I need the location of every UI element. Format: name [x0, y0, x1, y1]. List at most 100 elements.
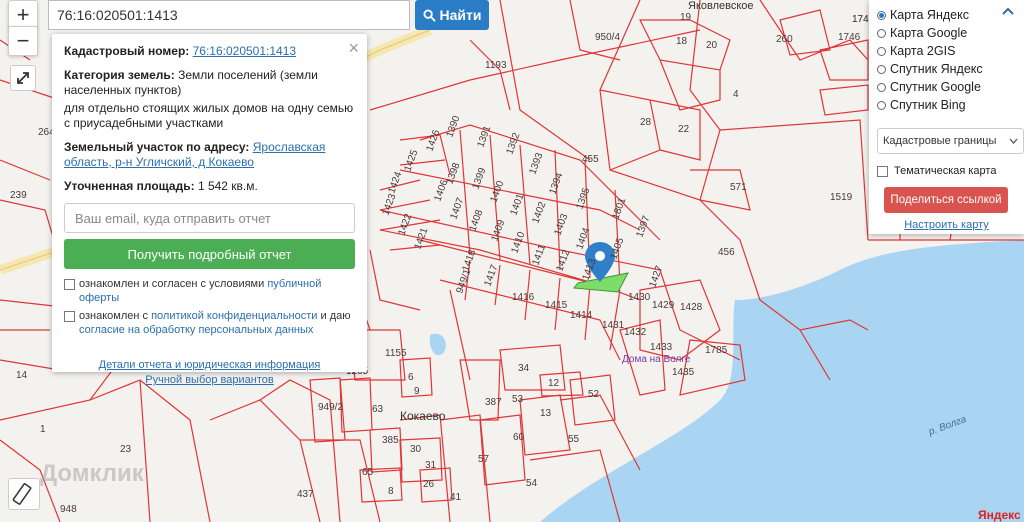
cadastral-number-link[interactable]: 76:16:020501:1413	[193, 44, 296, 58]
fullscreen-button[interactable]	[10, 65, 36, 91]
parcel-label-1193: 1193	[485, 60, 507, 71]
parcel-label-8: 8	[388, 486, 394, 497]
layer-select-value: Кадастровые границы	[883, 135, 997, 147]
parcel-label-1433: 1433	[650, 342, 673, 353]
parcel-label-437: 437	[297, 489, 314, 500]
parcel-label-18: 18	[676, 36, 688, 47]
layer-select[interactable]: Кадастровые границы	[877, 128, 1024, 154]
personal-data-consent-link[interactable]: согласие на обработку персональных данны…	[79, 324, 313, 336]
parcel-label-1155: 1155	[385, 348, 407, 359]
search-button[interactable]: Найти	[415, 0, 489, 30]
email-input[interactable]: Ваш email, куда отправить отчет	[64, 203, 355, 233]
parcel-label-239: 239	[10, 190, 27, 201]
privacy-agreement-text: ознакомлен с политикой конфиденциальност…	[79, 310, 351, 336]
thematic-map-label: Тематическая карта	[894, 164, 997, 177]
get-report-button[interactable]: Получить подробный отчет	[64, 239, 355, 269]
layer-option-label: Карта 2GIS	[890, 44, 956, 58]
parcel-label-52: 52	[588, 389, 600, 400]
chevron-down-icon	[1009, 138, 1018, 144]
parcel-label-57: 57	[478, 454, 490, 465]
report-details-link[interactable]: Детали отчета и юридическая информация	[64, 359, 355, 371]
share-link-button[interactable]: Поделиться ссылкой	[884, 187, 1008, 213]
address-label: Земельный участок по адресу:	[64, 140, 250, 154]
category-label: Категория земель:	[64, 68, 175, 82]
layer-option-1[interactable]: Карта Google	[877, 24, 1016, 42]
privacy-policy-link[interactable]: политикой конфиденциальности	[151, 310, 317, 322]
parcel-label-12: 12	[548, 378, 560, 389]
layer-option-4[interactable]: Спутник Google	[877, 78, 1016, 96]
parcel-label-53: 53	[512, 394, 524, 405]
radio-button[interactable]	[877, 82, 886, 92]
parcel-label-22: 22	[678, 124, 690, 135]
layer-option-label: Карта Яндекс	[890, 8, 969, 22]
layer-option-3[interactable]: Спутник Яндекс	[877, 60, 1016, 78]
parcel-label-34: 34	[518, 363, 530, 374]
parcel-label-14: 14	[16, 370, 28, 381]
parcel-label-385: 385	[382, 435, 399, 446]
search-input-value: 76:16:020501:1413	[57, 7, 178, 23]
purpose-text: для отдельно стоящих жилых домов на одну…	[64, 101, 354, 130]
layer-option-5[interactable]: Спутник Bing	[877, 96, 1016, 114]
parcel-label-1416: 1416	[512, 292, 535, 303]
radio-button[interactable]	[877, 28, 886, 38]
radio-button[interactable]	[877, 10, 886, 20]
yandex-attribution[interactable]: Яндекс	[978, 508, 1021, 522]
chevron-up-icon[interactable]	[1002, 6, 1014, 16]
zoom-out-button[interactable]: −	[8, 26, 38, 56]
parcel-info-panel: × Кадастровый номер: 76:16:020501:1413 К…	[52, 34, 367, 386]
parcel-label-4: 4	[733, 89, 739, 100]
parcel-label-9: 9	[414, 386, 420, 397]
parcel-label-31: 31	[425, 460, 437, 471]
parcel-label-950-4: 950/4	[595, 32, 620, 43]
parcel-label-1414: 1414	[570, 310, 593, 321]
parcel-label-455: 455	[582, 154, 599, 165]
parcel-label-19: 19	[680, 12, 692, 23]
parcel-label-1429: 1429	[652, 300, 675, 311]
layer-option-2[interactable]: Карта 2GIS	[877, 42, 1016, 60]
ruler-button[interactable]	[8, 478, 40, 510]
place-label-kokaevo: Кокаево	[400, 409, 446, 423]
parcel-label-571: 571	[730, 182, 747, 193]
parcel-label-1415: 1415	[545, 300, 568, 311]
parcel-label-949-2: 949/2	[318, 402, 343, 413]
parcel-label-1435: 1435	[672, 367, 695, 378]
parcel-label-20: 20	[706, 40, 718, 51]
radio-button[interactable]	[877, 64, 886, 74]
layer-option-label: Спутник Google	[890, 80, 981, 94]
privacy-checkbox[interactable]	[64, 311, 75, 322]
ruler-icon	[12, 483, 32, 505]
parcel-label-13: 13	[540, 408, 552, 419]
offer-checkbox[interactable]	[64, 279, 75, 290]
parcel-label-65: 65	[362, 467, 374, 478]
parcel-label-63: 63	[372, 404, 384, 415]
close-icon[interactable]: ×	[348, 38, 359, 59]
radio-button[interactable]	[877, 46, 886, 56]
thematic-map-checkbox[interactable]	[877, 166, 888, 177]
layer-option-0[interactable]: Карта Яндекс	[877, 6, 1016, 24]
parcel-label-55: 55	[568, 434, 580, 445]
search-icon	[422, 8, 436, 22]
parcel-label-41: 41	[450, 492, 462, 503]
search-input[interactable]: 76:16:020501:1413	[48, 0, 410, 30]
map-layers-panel: Карта Яндекс Карта Google Карта 2GIS Спутни…	[869, 0, 1024, 234]
parcel-label-60: 60	[513, 432, 525, 443]
parcel-label-1: 1	[40, 424, 46, 435]
parcel-label-1430: 1430	[628, 292, 651, 303]
layer-option-label: Спутник Bing	[890, 98, 966, 112]
parcel-label-26: 26	[423, 479, 435, 490]
configure-map-link[interactable]: Настроить карту	[877, 219, 1016, 231]
manual-selection-link[interactable]: Ручной выбор вариантов	[64, 374, 355, 386]
parcel-label-30: 30	[410, 444, 422, 455]
radio-button[interactable]	[877, 100, 886, 110]
domclick-watermark: Домклик	[40, 460, 144, 487]
parcel-label-948: 948	[60, 504, 77, 515]
layer-option-label: Спутник Яндекс	[890, 62, 983, 76]
parcel-label-1432: 1432	[624, 327, 647, 338]
parcel-label-387: 387	[485, 397, 502, 408]
cadastral-label: Кадастровый номер:	[64, 44, 190, 58]
parcel-label-456: 456	[718, 247, 735, 258]
parcel-label-1519: 1519	[830, 192, 853, 203]
search-button-label: Найти	[439, 7, 482, 23]
area-label: Уточненная площадь:	[64, 179, 195, 193]
parcel-label-1431: 1431	[602, 320, 625, 331]
